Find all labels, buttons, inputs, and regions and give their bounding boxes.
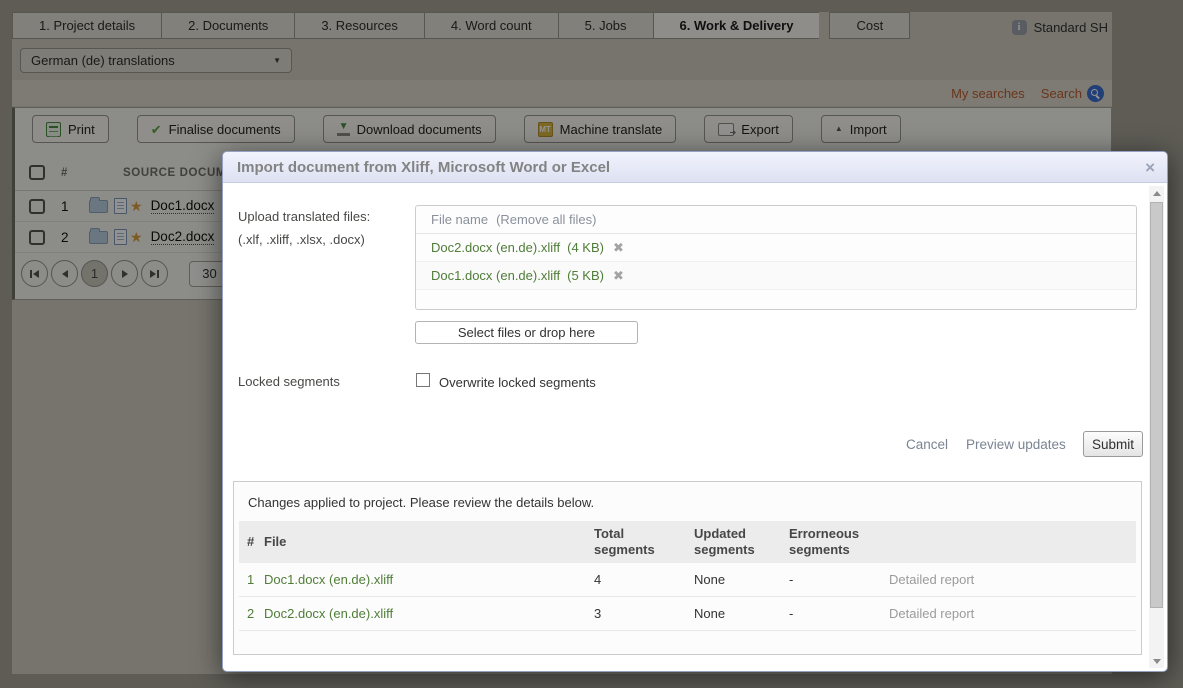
scroll-down-icon[interactable] [1149, 654, 1164, 668]
results-panel: Changes applied to project. Please revie… [233, 481, 1142, 655]
preview-updates-button[interactable]: Preview updates [966, 437, 1066, 452]
results-row: 1 Doc1.docx (en.de).xliff 4 None - Detai… [239, 563, 1136, 597]
col-total-segments: Total segments [594, 525, 655, 557]
result-erroneous: - [789, 606, 794, 621]
detailed-report-link[interactable]: Detailed report [888, 572, 1136, 587]
col-erroneous-segments: Errorneous segments [789, 525, 860, 557]
result-file-link[interactable]: Doc1.docx (en.de).xliff [263, 572, 593, 587]
locked-segments-label: Locked segments [238, 374, 340, 389]
cancel-button[interactable]: Cancel [906, 437, 948, 452]
remove-file-icon[interactable]: ✖ [613, 269, 624, 282]
result-total: 3 [594, 606, 602, 621]
result-updated: None [694, 606, 726, 621]
select-files-button[interactable]: Select files or drop here [415, 321, 638, 344]
file-name-column-label: File name [431, 212, 489, 227]
result-updated: None [694, 572, 726, 587]
import-dialog: Import document from Xliff, Microsoft Wo… [222, 151, 1168, 672]
result-file-link[interactable]: Doc2.docx (en.de).xliff [263, 606, 593, 621]
uploaded-file-size: (4 KB) [567, 240, 604, 255]
results-message: Changes applied to project. Please revie… [248, 495, 595, 510]
uploaded-file-size: (5 KB) [567, 268, 604, 283]
scrollbar-thumb[interactable] [1150, 202, 1163, 608]
submit-button[interactable]: Submit [1083, 431, 1143, 457]
results-table-header: # File Total segments Updated segments E… [239, 521, 1136, 563]
upload-files-label: Upload translated files: [238, 209, 371, 224]
result-total: 4 [594, 572, 602, 587]
col-file: File [264, 533, 287, 549]
file-list-header: File name (Remove all files) [416, 206, 1136, 234]
results-row: 2 Doc2.docx (en.de).xliff 3 None - Detai… [239, 597, 1136, 631]
remove-file-icon[interactable]: ✖ [613, 241, 624, 254]
overwrite-locked-label: Overwrite locked segments [439, 375, 596, 390]
dialog-title: Import document from Xliff, Microsoft Wo… [237, 158, 611, 176]
remove-all-files-link[interactable]: (Remove all files) [496, 212, 596, 227]
import-dialog-header: Import document from Xliff, Microsoft Wo… [223, 152, 1167, 183]
uploaded-file-link[interactable]: Doc1.docx (en.de).xliff [431, 268, 560, 283]
app-window: 1. Project details 2. Documents 3. Resou… [0, 0, 1183, 688]
result-number: 1 [247, 572, 255, 587]
upload-formats-label: (.xlf, .xliff, .xlsx, .docx) [238, 232, 365, 247]
dialog-actions: Cancel Preview updates Submit [223, 431, 1143, 457]
detailed-report-link[interactable]: Detailed report [888, 606, 1136, 621]
results-table: # File Total segments Updated segments E… [239, 521, 1136, 631]
dialog-scrollbar[interactable] [1149, 186, 1164, 668]
uploaded-file-row: Doc2.docx (en.de).xliff (4 KB) ✖ [416, 234, 1136, 262]
result-erroneous: - [789, 572, 794, 587]
col-number: # [247, 533, 255, 549]
col-updated-segments: Updated segments [694, 525, 755, 557]
scroll-up-icon[interactable] [1149, 186, 1164, 200]
overwrite-locked-checkbox[interactable] [416, 373, 430, 387]
uploaded-file-link[interactable]: Doc2.docx (en.de).xliff [431, 240, 560, 255]
result-number: 2 [247, 606, 255, 621]
close-icon[interactable]: × [1145, 159, 1155, 176]
uploaded-files-panel: File name (Remove all files) Doc2.docx (… [415, 205, 1137, 310]
uploaded-file-row: Doc1.docx (en.de).xliff (5 KB) ✖ [416, 262, 1136, 290]
